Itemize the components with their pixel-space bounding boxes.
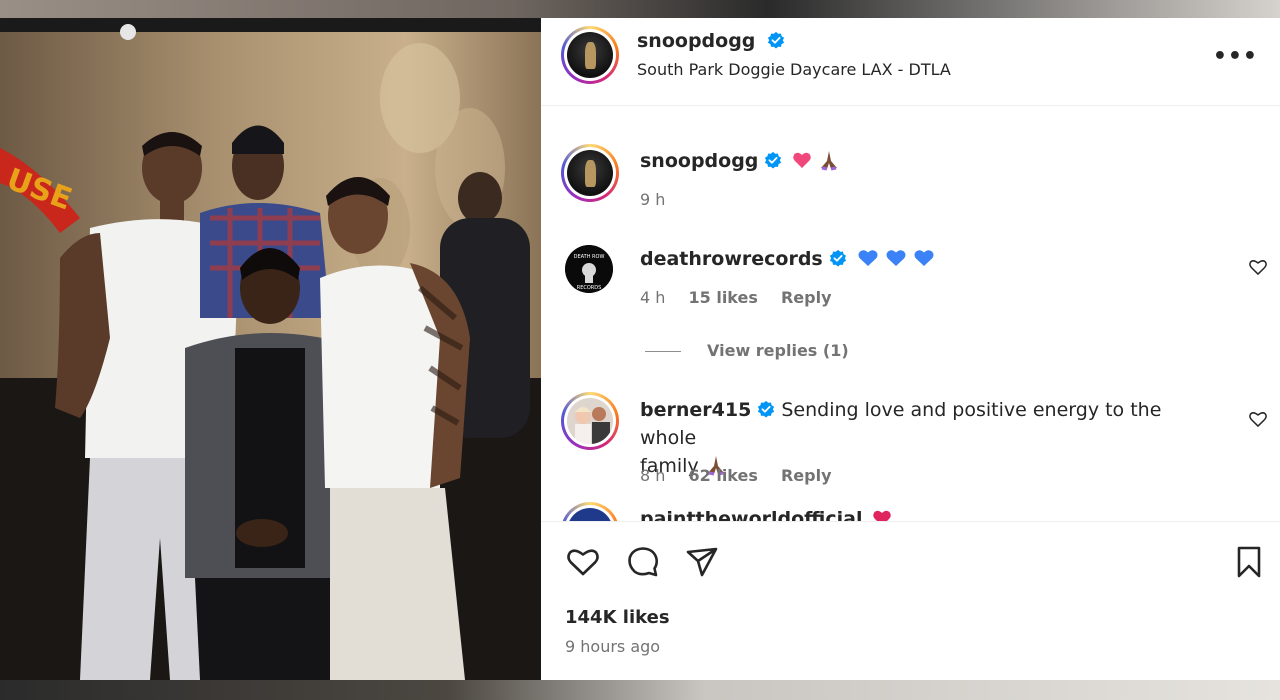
photo-illustration: USE [0,18,541,680]
berner-avatar-photo-icon [567,398,613,444]
comment-time: 8 h [640,466,666,485]
verified-badge-icon [765,151,782,169]
blue-heart-emoji-icon [886,250,906,266]
comment-username[interactable]: snoopdogg [640,150,758,172]
pink-heart-emoji-icon [793,152,812,168]
verified-badge-icon [767,31,784,49]
blue-heart-emoji-icon [914,250,934,266]
svg-text:DEATH ROW: DEATH ROW [574,254,605,260]
heart-icon[interactable] [565,544,601,580]
comment-meta: 8 h 62 likes Reply [640,466,850,485]
praying-hands-emoji-icon [821,151,838,171]
post-header: snoopdogg South Park Doggie Daycare LAX … [541,18,1280,106]
comment-avatar[interactable]: DEATH ROW RECORDS [565,245,613,293]
comment-username[interactable]: painttheworldofficial [640,508,862,521]
comment-likes[interactable]: 15 likes [689,288,758,307]
view-replies-button[interactable]: View replies (1) [645,341,849,360]
comment-text: deathrowrecords [640,245,1200,273]
post-location[interactable]: South Park Doggie Daycare LAX - DTLA [637,60,951,79]
comment-text: painttheworldofficial [640,505,1200,521]
comment-avatar[interactable] [561,392,619,450]
comment-meta: 9 h [640,190,683,209]
comment-meta: 4 h 15 likes Reply [640,288,850,307]
verified-badge-icon [758,400,775,418]
view-replies-line [645,351,681,352]
deathrow-logo-icon: DEATH ROW RECORDS [565,245,613,293]
backdrop-top [0,0,1280,18]
comment-likes[interactable]: 62 likes [689,466,758,485]
bookmark-icon[interactable] [1231,544,1267,580]
reply-button[interactable]: Reply [781,466,832,485]
author-username[interactable]: snoopdogg [637,30,755,52]
author-row: snoopdogg [637,30,785,52]
comment-avatar[interactable] [561,502,619,521]
comment-icon[interactable] [625,544,661,580]
comment-time: 4 h [640,288,666,307]
comment-avatar[interactable] [561,144,619,202]
comments-list[interactable]: snoopdogg 9 h DEATH ROW RECORDS deathrow… [541,107,1280,521]
verified-badge-icon [829,249,846,267]
comment-time: 9 h [640,190,666,209]
post-sidebar: snoopdogg South Park Doggie Daycare LAX … [541,18,1280,680]
like-comment-heart-icon[interactable] [1248,257,1268,277]
post-like-count[interactable]: 144K likes [565,607,670,628]
post-photo: USE [0,18,541,680]
svg-text:RECORDS: RECORDS [577,285,602,291]
reply-button[interactable]: Reply [781,288,832,307]
share-icon[interactable] [684,544,720,580]
post-actions: 144K likes 9 hours ago [541,521,1280,680]
red-heart-emoji-icon [873,510,892,521]
comment-text: snoopdogg [640,147,1200,175]
post-timestamp: 9 hours ago [565,637,661,656]
comment-username[interactable]: deathrowrecords [640,248,823,270]
author-avatar[interactable] [561,26,619,84]
view-replies-label: View replies (1) [707,341,849,360]
more-options-button[interactable]: ••• [1213,44,1258,69]
like-comment-heart-icon[interactable] [1248,409,1268,429]
blue-heart-emoji-icon [858,250,878,266]
backdrop-bottom [0,680,1280,700]
comment-username[interactable]: berner415 [640,399,751,421]
